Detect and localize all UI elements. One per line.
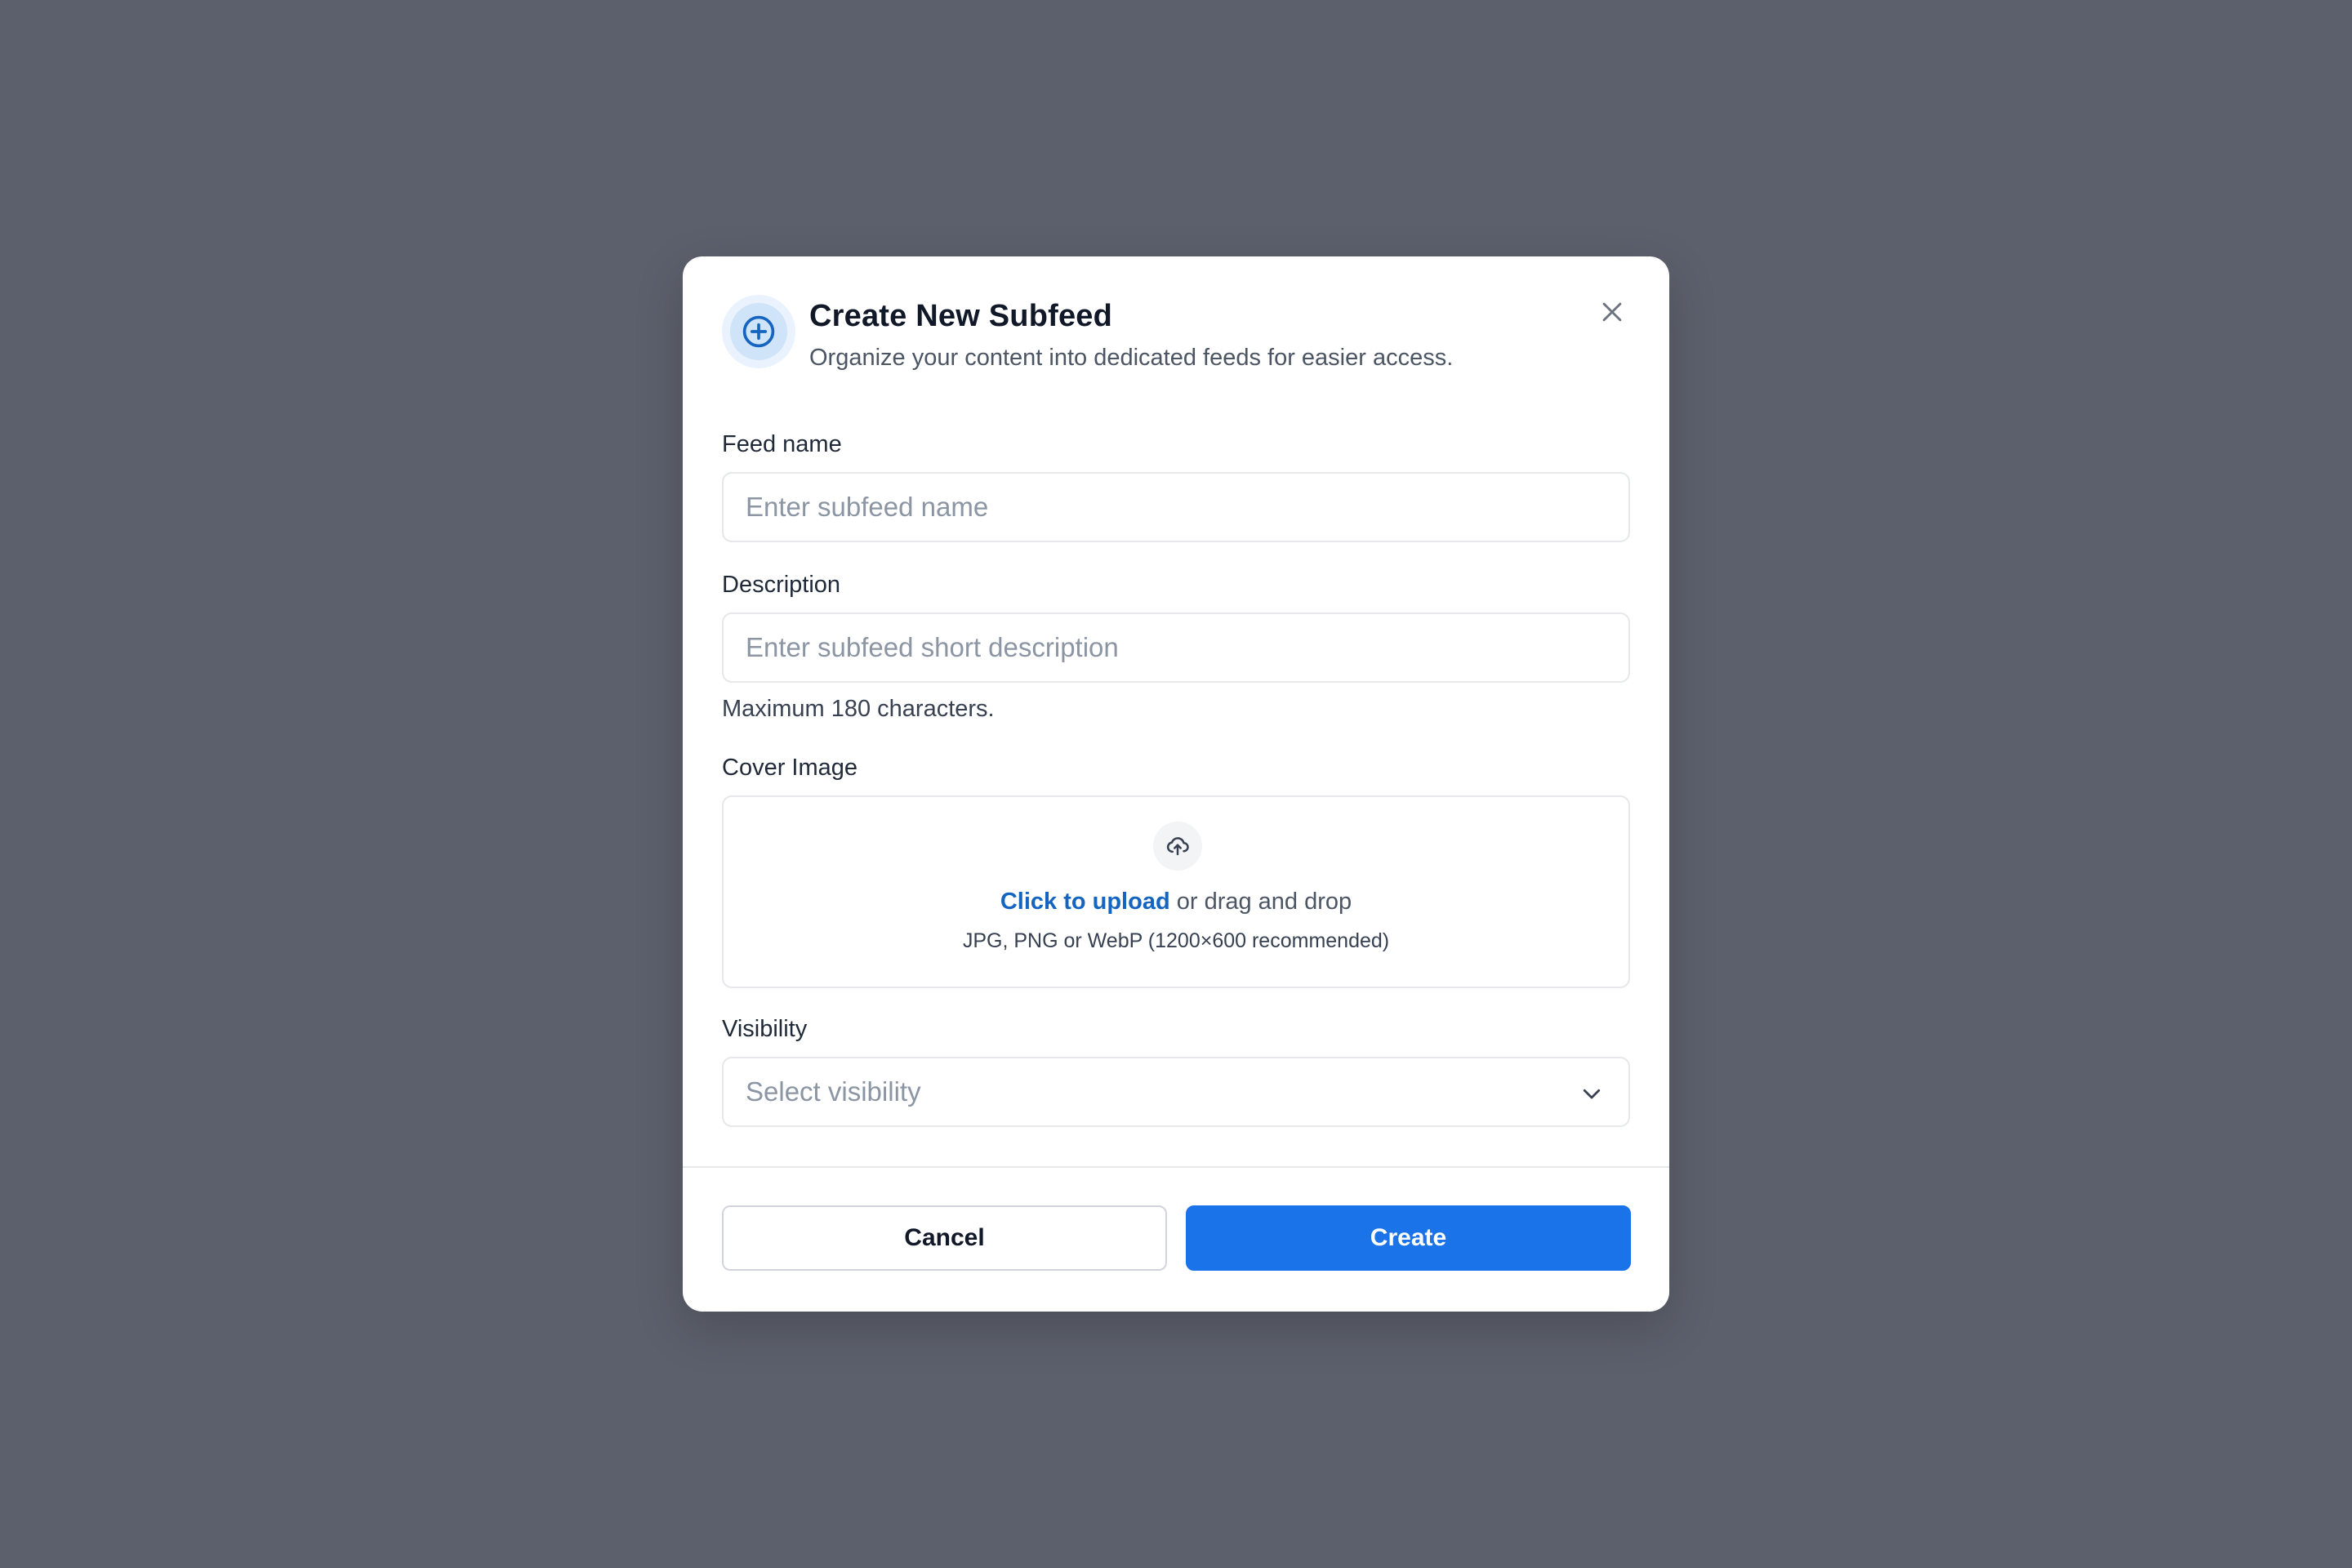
plus-circle-icon bbox=[742, 315, 775, 348]
close-button[interactable] bbox=[1594, 294, 1630, 330]
cancel-button[interactable]: Cancel bbox=[722, 1205, 1167, 1271]
visibility-label: Visibility bbox=[722, 1016, 808, 1042]
upload-format-hint: JPG, PNG or WebP (1200×600 recommended) bbox=[962, 929, 1390, 952]
visibility-placeholder: Select visibility bbox=[746, 1076, 921, 1107]
chevron-down-icon bbox=[1583, 1089, 1601, 1099]
footer-divider bbox=[683, 1166, 1669, 1168]
description-label: Description bbox=[722, 572, 841, 598]
visibility-select[interactable]: Select visibility bbox=[722, 1057, 1630, 1127]
cover-image-dropzone[interactable]: Click to upload or drag and drop JPG, PN… bbox=[722, 795, 1630, 988]
description-input[interactable] bbox=[722, 612, 1630, 683]
drag-drop-text: or drag and drop bbox=[1169, 889, 1352, 915]
upload-icon-badge bbox=[1153, 822, 1202, 871]
create-button[interactable]: Create bbox=[1186, 1205, 1631, 1271]
cover-image-label: Cover Image bbox=[722, 755, 858, 781]
header-icon-badge bbox=[722, 295, 795, 368]
feed-name-label: Feed name bbox=[722, 431, 842, 457]
click-to-upload-link[interactable]: Click to upload bbox=[1000, 889, 1170, 915]
upload-instructions: Click to upload or drag and drop bbox=[724, 889, 1628, 915]
close-icon bbox=[1602, 302, 1622, 322]
cloud-upload-icon bbox=[1166, 837, 1189, 856]
dialog-title: Create New Subfeed bbox=[809, 299, 1113, 333]
dialog-subtitle: Organize your content into dedicated fee… bbox=[809, 345, 1454, 371]
description-helper-text: Maximum 180 characters. bbox=[722, 696, 995, 722]
create-subfeed-dialog: Create New Subfeed Organize your content… bbox=[683, 256, 1669, 1312]
feed-name-input[interactable] bbox=[722, 472, 1630, 542]
